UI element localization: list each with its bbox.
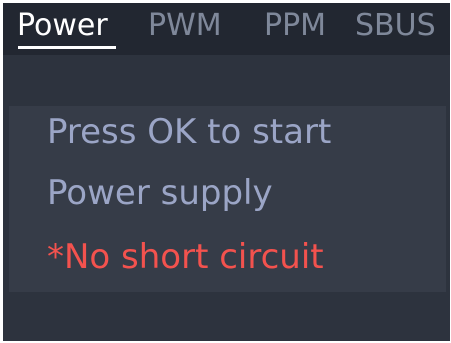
instruction-press-ok: Press OK to start <box>47 112 332 152</box>
instructions-panel: Press OK to start Power supply *No short… <box>9 106 446 292</box>
tab-power[interactable]: Power <box>17 9 108 43</box>
tab-sbus[interactable]: SBUS <box>355 9 436 43</box>
tab-pwm[interactable]: PWM <box>148 9 222 43</box>
tab-bar: Power PWM PPM SBUS <box>3 3 450 55</box>
warning-no-short-circuit: *No short circuit <box>47 237 324 277</box>
device-screen: Power PWM PPM SBUS Press OK to start Pow… <box>3 3 450 341</box>
instruction-power-supply: Power supply <box>47 173 273 213</box>
tab-ppm[interactable]: PPM <box>264 9 326 43</box>
active-tab-indicator <box>18 46 116 49</box>
